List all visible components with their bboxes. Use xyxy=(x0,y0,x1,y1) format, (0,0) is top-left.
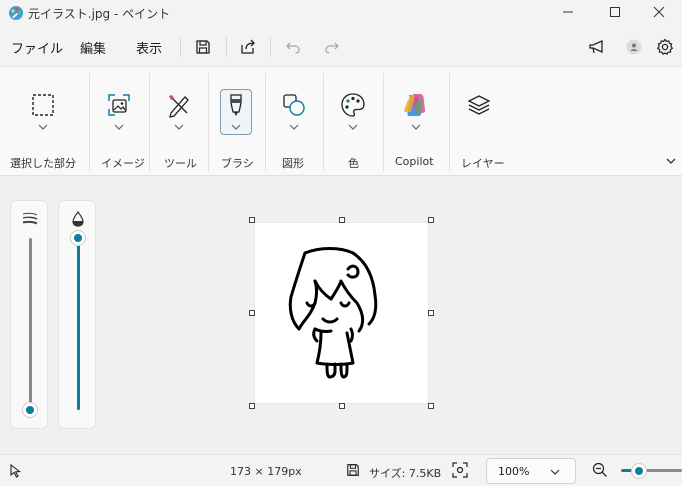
canvas-area xyxy=(0,177,682,454)
resize-handle-top-left[interactable] xyxy=(249,217,255,223)
group-label-image: イメージ xyxy=(101,157,145,170)
share-icon xyxy=(241,39,255,54)
brush-opacity-slider-panel xyxy=(58,200,96,429)
chevron-down-icon xyxy=(411,124,421,130)
share-button[interactable] xyxy=(236,35,260,59)
fit-screen-icon xyxy=(452,462,468,478)
redo-icon xyxy=(325,42,339,54)
minimize-icon xyxy=(563,11,573,13)
menu-divider xyxy=(226,37,227,57)
group-tools[interactable]: ツール xyxy=(150,67,207,177)
group-label-tools: ツール xyxy=(164,157,197,170)
save-button[interactable] xyxy=(191,35,215,59)
tools-icon xyxy=(163,89,195,121)
zoom-dropdown[interactable]: 100% xyxy=(486,458,576,484)
chevron-down-icon xyxy=(666,158,676,164)
minimize-button[interactable] xyxy=(545,0,591,24)
ribbon-toolbar: 選択した部分 イメージ ツール ブラシ 図形 色 Copilot レイヤー xyxy=(0,66,682,176)
image-canvas[interactable] xyxy=(255,223,428,403)
group-color[interactable]: 色 xyxy=(324,67,382,177)
group-shapes[interactable]: 図形 xyxy=(266,67,322,177)
shapes-icon xyxy=(278,89,310,121)
brush-size-slider-panel xyxy=(10,200,48,429)
maximize-icon xyxy=(610,7,620,17)
group-copilot[interactable]: Copilot xyxy=(384,67,448,177)
save-icon xyxy=(347,464,359,476)
close-icon xyxy=(653,6,665,18)
zoom-out-button[interactable] xyxy=(592,462,610,480)
chevron-down-icon xyxy=(348,124,358,130)
undo-button[interactable] xyxy=(281,35,305,59)
group-layers[interactable]: レイヤー xyxy=(450,67,510,177)
group-selection[interactable]: 選択した部分 xyxy=(0,67,88,177)
zoom-slider-thumb[interactable] xyxy=(631,463,647,479)
account-button[interactable] xyxy=(622,35,646,59)
layers-icon xyxy=(463,89,495,121)
menu-file[interactable]: ファイル xyxy=(11,38,63,57)
chevron-down-icon xyxy=(289,124,299,130)
chevron-down-icon xyxy=(231,124,241,130)
maximize-button[interactable] xyxy=(592,0,638,24)
line-thickness-icon xyxy=(22,212,38,225)
pointer-icon xyxy=(10,464,21,478)
menu-divider xyxy=(270,37,271,57)
chevron-down-icon xyxy=(114,124,124,130)
avatar-icon xyxy=(626,39,642,55)
group-label-color: 色 xyxy=(348,157,359,170)
window-title: 元イラスト.jpg - ペイント xyxy=(28,7,171,21)
zoom-out-icon xyxy=(592,462,607,477)
group-label-layers: レイヤー xyxy=(461,157,505,170)
group-brush[interactable]: ブラシ xyxy=(209,67,264,177)
opacity-drop-icon xyxy=(72,211,84,227)
brush-size-track[interactable] xyxy=(29,238,32,410)
settings-button[interactable] xyxy=(653,35,677,59)
resize-handle-top[interactable] xyxy=(339,217,345,223)
menu-edit[interactable]: 編集 xyxy=(80,38,106,57)
resize-handle-bottom-left[interactable] xyxy=(249,403,255,409)
menu-view[interactable]: 表示 xyxy=(136,38,162,57)
copilot-icon xyxy=(399,89,431,121)
close-button[interactable] xyxy=(636,0,682,24)
status-bar: 173 × 179px サイズ: 7.5KB 100% xyxy=(0,454,682,486)
file-size: サイズ: 7.5KB xyxy=(369,467,442,480)
menu-divider xyxy=(180,37,181,57)
resize-handle-bottom-right[interactable] xyxy=(428,403,434,409)
image-icon xyxy=(103,89,135,121)
resize-handle-bottom[interactable] xyxy=(339,403,345,409)
chevron-down-icon xyxy=(174,124,184,130)
group-label-shapes: 図形 xyxy=(282,157,304,170)
megaphone-icon xyxy=(589,39,603,54)
palette-icon xyxy=(337,89,369,121)
resize-handle-right[interactable] xyxy=(428,310,434,316)
selection-icon xyxy=(27,89,59,121)
title-bar: 元イラスト.jpg - ペイント xyxy=(0,0,682,26)
zoom-value: 100% xyxy=(498,465,530,478)
brush-opacity-fill xyxy=(77,238,80,410)
brush-size-thumb[interactable] xyxy=(22,402,38,418)
brush-opacity-thumb[interactable] xyxy=(70,230,86,246)
fit-to-window-button[interactable] xyxy=(451,461,471,481)
save-icon xyxy=(196,40,210,54)
group-label-copilot: Copilot xyxy=(395,155,434,168)
undo-icon xyxy=(286,42,300,54)
chevron-down-icon xyxy=(38,124,48,130)
zoom-slider-track[interactable] xyxy=(644,469,682,472)
canvas-dimensions: 173 × 179px xyxy=(230,465,302,478)
brush-icon xyxy=(220,89,252,121)
chevron-down-icon xyxy=(550,469,560,475)
resize-handle-top-right[interactable] xyxy=(428,217,434,223)
menu-bar: ファイル 編集 表示 xyxy=(0,30,682,64)
character-drawing xyxy=(288,247,378,379)
resize-handle-left[interactable] xyxy=(249,310,255,316)
paint-app-icon xyxy=(9,6,23,20)
feedback-button[interactable] xyxy=(585,35,609,59)
group-label-selection: 選択した部分 xyxy=(10,157,76,170)
group-image[interactable]: イメージ xyxy=(90,67,148,177)
redo-button[interactable] xyxy=(320,35,344,59)
gear-icon xyxy=(656,38,674,56)
group-label-brush: ブラシ xyxy=(221,157,254,170)
ribbon-expand-button[interactable] xyxy=(664,153,678,167)
